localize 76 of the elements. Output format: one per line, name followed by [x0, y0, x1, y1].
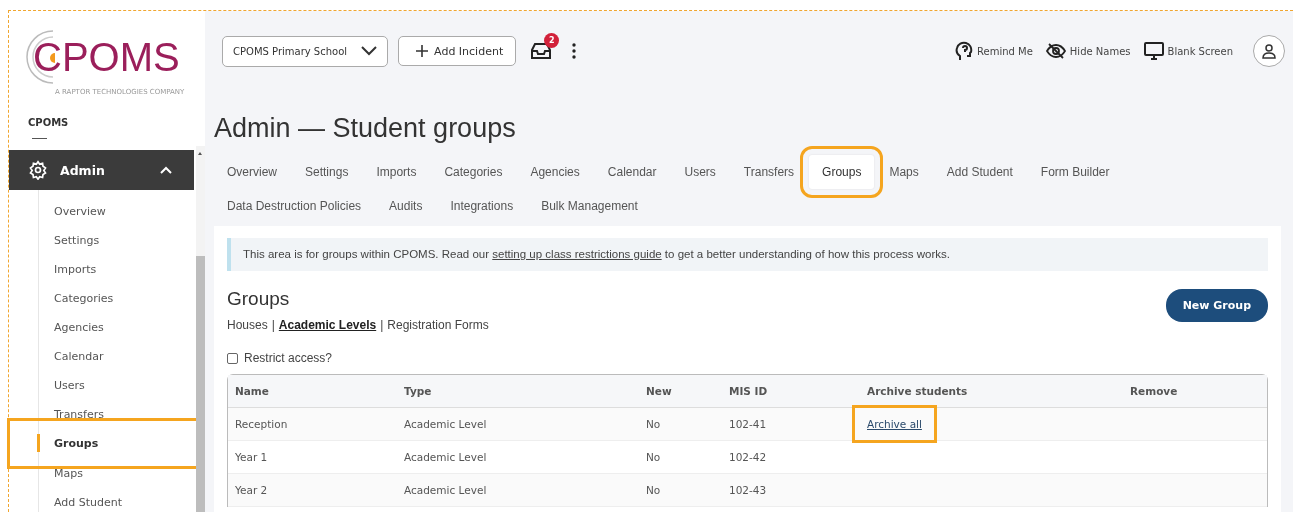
table-cell: 102-43	[729, 484, 767, 496]
monitor-icon	[1143, 42, 1164, 60]
scrollbar[interactable]	[196, 146, 205, 512]
tab[interactable]: Settings	[292, 155, 362, 189]
tab[interactable]: Agencies	[517, 155, 593, 189]
chevron-up-icon	[160, 166, 172, 174]
notification-badge: 2	[544, 33, 560, 48]
school-select[interactable]: CPOMS Primary School	[222, 35, 389, 67]
table-cell: Year 1	[235, 451, 268, 463]
sidebar-item[interactable]: Imports	[39, 262, 189, 291]
table-cell: Academic Level	[404, 484, 487, 496]
tab[interactable]: Categories	[431, 155, 516, 189]
separator: |	[380, 318, 384, 332]
column-header: Remove	[1130, 385, 1178, 397]
toolbar-button[interactable]: Remind Me	[955, 41, 1033, 61]
column-header: Type	[404, 385, 432, 397]
table-cell: No	[646, 484, 661, 496]
settings-icon	[28, 160, 48, 180]
section-heading: Groups	[227, 288, 290, 309]
filter-link[interactable]: Academic Levels	[278, 318, 377, 332]
new-group-button[interactable]: New Group	[1165, 289, 1268, 322]
sidebar-item[interactable]: Maps	[39, 466, 189, 495]
admin-menu-header[interactable]: Admin	[9, 150, 194, 190]
sidebar-item[interactable]: Overview	[39, 204, 189, 233]
toolbar-button[interactable]: Hide Names	[1045, 43, 1131, 59]
tab[interactable]: Maps	[876, 155, 932, 189]
table-cell: 102-41	[729, 418, 767, 430]
table-cell: Academic Level	[404, 418, 487, 430]
tab[interactable]: Overview	[214, 155, 290, 189]
tab[interactable]: Bulk Management	[528, 189, 651, 223]
tab[interactable]: Calendar	[594, 155, 670, 189]
eye-slash-icon	[1045, 43, 1066, 59]
logo-text: CPOMS	[33, 37, 180, 77]
add-incident-button[interactable]: Add Incident	[398, 36, 517, 66]
column-header: Name	[235, 385, 269, 397]
sidebar-item[interactable]: Agencies	[39, 320, 189, 349]
page-title: Admin — Student groups	[214, 113, 516, 143]
sidebar-item[interactable]: Users	[39, 378, 189, 407]
separator: |	[271, 318, 275, 332]
guide-link[interactable]: setting up class restrictions guide	[492, 248, 662, 260]
filter-link[interactable]: Registration Forms	[387, 318, 489, 332]
section-label: CPOMS	[28, 117, 69, 128]
column-header: New	[646, 385, 672, 397]
checkbox[interactable]	[227, 352, 238, 364]
more-icon[interactable]	[572, 43, 577, 59]
tab[interactable]: Users	[671, 155, 729, 189]
column-header: Archive students	[867, 385, 968, 397]
archive-all-link[interactable]: Archive all	[867, 418, 922, 430]
sidebar-item[interactable]: Calendar	[39, 349, 189, 378]
tab[interactable]: Data Destruction Policies	[214, 189, 375, 223]
table-cell: Year 2	[235, 484, 268, 496]
checkbox-label: Restrict access?	[244, 351, 333, 365]
table-cell: Academic Level	[404, 451, 487, 463]
user-icon	[1262, 43, 1276, 59]
filter-link[interactable]: Houses	[227, 318, 268, 332]
toolbar-button[interactable]: Blank Screen	[1143, 42, 1233, 60]
tab[interactable]: Add Student	[933, 155, 1026, 189]
column-header: MIS ID	[729, 385, 768, 397]
tab[interactable]: Integrations	[437, 189, 527, 223]
tab[interactable]: Transfers	[730, 155, 808, 189]
info-message: This area is for groups within CPOMS. Read our setting up class restrictions guide to get a better understanding of how this process works.	[243, 248, 950, 260]
tab[interactable]: Audits	[376, 189, 436, 223]
table-cell: No	[646, 418, 661, 430]
tab[interactable]: Form Builder	[1027, 155, 1123, 189]
inbox-icon	[530, 42, 553, 60]
head-icon	[955, 41, 973, 61]
chevron-down-icon	[361, 46, 378, 56]
sidebar-item[interactable]: Categories	[39, 291, 189, 320]
plus-icon	[416, 45, 429, 57]
table-cell: Reception	[235, 418, 288, 430]
sidebar-item[interactable]: Add Student	[39, 495, 189, 512]
table-cell: No	[646, 451, 661, 463]
table-cell: 102-42	[729, 451, 767, 463]
sidebar-item[interactable]: Settings	[39, 233, 189, 262]
user-avatar-button[interactable]	[1253, 35, 1285, 67]
tab[interactable]: Imports	[363, 155, 430, 189]
